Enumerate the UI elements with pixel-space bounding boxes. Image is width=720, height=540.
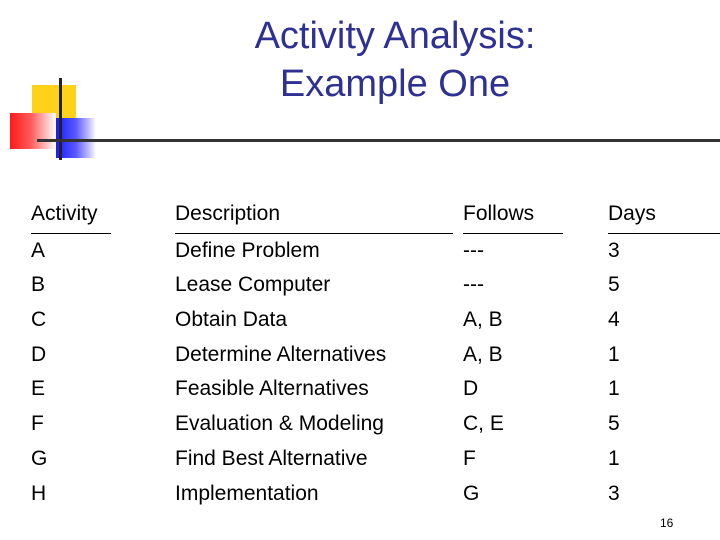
logo-vertical-line [59, 78, 62, 160]
activity-cell: G [31, 446, 48, 470]
description-cell: Determine Alternatives [175, 342, 387, 366]
follows-column: Follows --- --- A, B A, B D C, E F G [463, 198, 563, 511]
activity-cell: B [31, 273, 46, 297]
follows-cell: --- [463, 273, 484, 297]
days-cell: 1 [608, 342, 620, 366]
days-column: Days 3 5 4 1 1 5 1 3 [608, 198, 720, 511]
activity-cell: F [31, 412, 44, 436]
days-cell: 5 [608, 273, 620, 297]
description-cell: Obtain Data [175, 308, 288, 332]
activity-cell: H [31, 481, 47, 505]
description-cell: Feasible Alternatives [175, 377, 369, 401]
logo-blue-square [56, 118, 96, 158]
description-cell: Define Problem [175, 238, 320, 262]
page-number: 16 [660, 516, 674, 530]
days-cell: 3 [608, 238, 620, 262]
description-cell: Implementation [175, 481, 319, 505]
days-cell: 3 [608, 481, 620, 505]
days-cell: 4 [608, 308, 620, 332]
activity-cell: D [31, 342, 47, 366]
follows-cell: A, B [463, 342, 503, 366]
slide-title-line-1: Activity Analysis: [254, 15, 536, 57]
days-cell: 1 [608, 446, 620, 470]
slide-logo-decoration [0, 0, 110, 170]
days-header: Days [608, 198, 720, 234]
follows-cell: F [463, 446, 476, 470]
description-cell: Find Best Alternative [175, 446, 368, 470]
logo-red-square [10, 113, 56, 149]
days-cell: 1 [608, 377, 620, 401]
follows-header: Follows [463, 198, 563, 234]
follows-cell: A, B [463, 308, 503, 332]
slide-title-line-2: Example One [279, 63, 511, 105]
activity-column: Activity A B C D E F G H [31, 198, 111, 511]
slide-title: Activity Analysis: Example One [190, 12, 600, 108]
title-divider [37, 139, 720, 142]
description-column: Description Define Problem Lease Compute… [175, 198, 453, 511]
activity-cell: A [31, 238, 46, 262]
follows-cell: C, E [463, 412, 504, 436]
days-cell: 5 [608, 412, 620, 436]
activity-cell: C [31, 308, 47, 332]
follows-cell: D [463, 377, 479, 401]
description-cell: Lease Computer [175, 273, 331, 297]
follows-cell: --- [463, 238, 484, 262]
follows-cell: G [463, 481, 480, 505]
activity-cell: E [31, 377, 46, 401]
description-cell: Evaluation & Modeling [175, 412, 384, 436]
description-header: Description [175, 198, 453, 234]
activity-header: Activity [31, 198, 111, 234]
